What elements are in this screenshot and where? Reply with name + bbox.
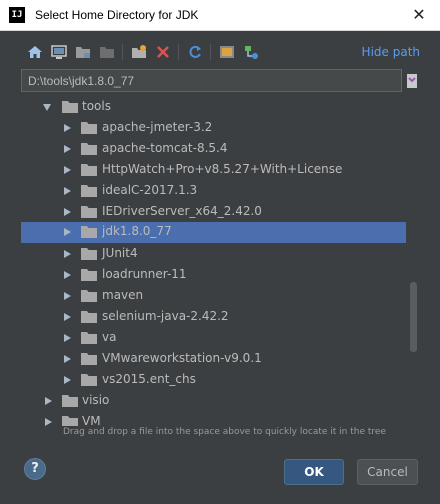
tree-node-selected[interactable]: jdk1.8.0_77 [21,222,406,243]
collapsed-arrow-icon[interactable] [45,397,52,405]
collapsed-arrow-icon[interactable] [64,355,71,363]
tree-node[interactable]: IEDriverServer_x64_2.42.0 [21,202,406,223]
tree-node-vm[interactable]: VM [21,412,406,426]
tree-node[interactable]: apache-tomcat-8.5.4 [21,139,406,160]
tree-node-label: JUnit4 [102,246,138,260]
folder-icon [81,290,97,302]
close-icon[interactable]: ✕ [408,4,430,26]
collapsed-arrow-icon[interactable] [64,208,71,216]
collapsed-arrow-icon[interactable] [64,292,71,300]
tree-node[interactable]: va [21,328,406,349]
project-folder-icon[interactable] [73,42,93,62]
tree-node-label: maven [102,288,144,302]
tree-node-label: jdk1.8.0_77 [102,224,172,238]
refresh-icon[interactable] [185,42,205,62]
tree-node-label: apache-tomcat-8.5.4 [102,141,228,155]
collapsed-arrow-icon[interactable] [64,228,71,236]
delete-icon[interactable] [153,42,173,62]
tree-node[interactable]: maven [21,286,406,307]
title-bar: IJ Select Home Directory for JDK ✕ [0,0,440,31]
folder-icon [62,101,78,113]
tree-node-label: IEDriverServer_x64_2.42.0 [102,204,262,218]
tree-node-label: VM [82,414,101,426]
folder-icon [81,122,97,134]
collapsed-arrow-icon[interactable] [64,250,71,258]
collapsed-arrow-icon[interactable] [64,376,71,384]
tree-node[interactable]: idealC-2017.1.3 [21,181,406,202]
tree-node-label: VMwareworkstation-v9.0.1 [102,351,262,365]
tree-node-label: tools [82,99,111,113]
tree-node[interactable]: VMwareworkstation-v9.0.1 [21,349,406,370]
folder-icon [81,269,97,281]
folder-icon [81,374,97,386]
folder-icon [81,311,97,323]
folder-icon [81,248,97,260]
collapsed-arrow-icon[interactable] [64,166,71,174]
folder-icon [62,416,78,426]
tree-node[interactable]: selenium-java-2.42.2 [21,307,406,328]
tree-node[interactable]: HttpWatch+Pro+v8.5.27+With+License [21,160,406,181]
tree-node[interactable]: loadrunner-11 [21,265,406,286]
window-title: Select Home Directory for JDK [35,8,199,22]
desktop-icon[interactable] [49,42,69,62]
tree-node-label: HttpWatch+Pro+v8.5.27+With+License [102,162,343,176]
tree-node[interactable]: apache-jmeter-3.2 [21,118,406,139]
tree-node-tools[interactable]: tools [21,97,406,118]
folder-icon [81,206,97,218]
folder-icon [81,226,97,238]
tree-node[interactable]: JUnit4 [21,244,406,265]
collapsed-arrow-icon[interactable] [45,418,52,426]
collapsed-arrow-icon[interactable] [64,145,71,153]
tree-scrollbar[interactable] [410,282,417,352]
tree-node-label: idealC-2017.1.3 [102,183,198,197]
tree-node-label: visio [82,393,110,407]
new-folder-icon[interactable] [129,42,149,62]
drag-drop-hint: Drag and drop a file into the space abov… [63,427,386,437]
collapsed-arrow-icon[interactable] [64,334,71,342]
show-hidden-icon[interactable] [217,42,237,62]
folder-icon [62,395,78,407]
tree-node-label: selenium-java-2.42.2 [102,309,229,323]
expanded-arrow-icon[interactable] [43,104,51,111]
folder-icon [81,164,97,176]
directory-tree[interactable]: tools apache-jmeter-3.2 apache-tomcat-8.… [21,95,419,426]
help-button[interactable]: ? [24,458,46,480]
tree-node-label: va [102,330,117,344]
toolbar-separator [178,44,179,60]
folder-icon [81,185,97,197]
collapsed-arrow-icon[interactable] [64,187,71,195]
collapsed-arrow-icon[interactable] [64,271,71,279]
module-folder-icon[interactable] [97,42,117,62]
tree-node-label: apache-jmeter-3.2 [102,120,213,134]
tree-node-visio[interactable]: visio [21,391,406,412]
folder-icon [81,353,97,365]
path-input[interactable] [21,69,402,92]
toolbar-separator [122,44,123,60]
path-history-icon[interactable] [406,72,418,89]
cancel-button[interactable]: Cancel [357,459,418,485]
collapsed-arrow-icon[interactable] [64,124,71,132]
folder-icon [81,332,97,344]
tree-node[interactable]: vs2015.ent_chs [21,370,406,391]
home-icon[interactable] [25,42,45,62]
collapse-icon[interactable] [241,42,261,62]
hide-path-link[interactable]: Hide path [362,45,420,59]
collapsed-arrow-icon[interactable] [64,313,71,321]
tree-node-label: loadrunner-11 [102,267,187,281]
folder-icon [81,143,97,155]
toolbar-separator [210,44,211,60]
app-logo-icon: IJ [9,7,25,23]
tree-node-label: vs2015.ent_chs [102,372,196,386]
ok-button[interactable]: OK [284,459,344,485]
